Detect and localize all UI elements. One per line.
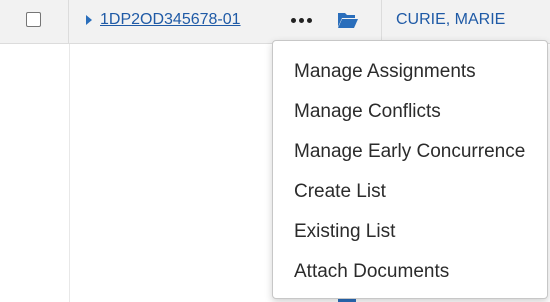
menu-item-manage-assignments[interactable]: Manage Assignments [273, 52, 547, 92]
grant-row: 1DP2OD345678-01 CURIE, MARIE [0, 0, 550, 44]
more-actions-button[interactable] [287, 8, 315, 32]
caret-right-icon[interactable] [86, 15, 92, 25]
grant-number-link[interactable]: 1DP2OD345678-01 [100, 11, 241, 29]
menu-item-manage-early-concurrence[interactable]: Manage Early Concurrence [273, 132, 547, 172]
ellipsis-icon [290, 17, 296, 23]
menu-item-attach-documents[interactable]: Attach Documents [273, 252, 547, 292]
row-checkbox[interactable] [26, 12, 41, 27]
select-cell [0, 0, 69, 44]
column-divider [69, 44, 70, 302]
menu-item-create-list[interactable]: Create List [273, 172, 547, 212]
actions-dropdown-menu: Manage Assignments Manage Conflicts Mana… [272, 40, 548, 299]
menu-item-manage-conflicts[interactable]: Manage Conflicts [273, 92, 547, 132]
menu-item-existing-list[interactable]: Existing List [273, 212, 547, 252]
ellipsis-icon [306, 17, 312, 23]
pi-name-link[interactable]: CURIE, MARIE [396, 11, 505, 29]
folder-open-icon[interactable] [337, 10, 359, 30]
ellipsis-icon [298, 17, 304, 23]
column-divider [381, 0, 382, 44]
